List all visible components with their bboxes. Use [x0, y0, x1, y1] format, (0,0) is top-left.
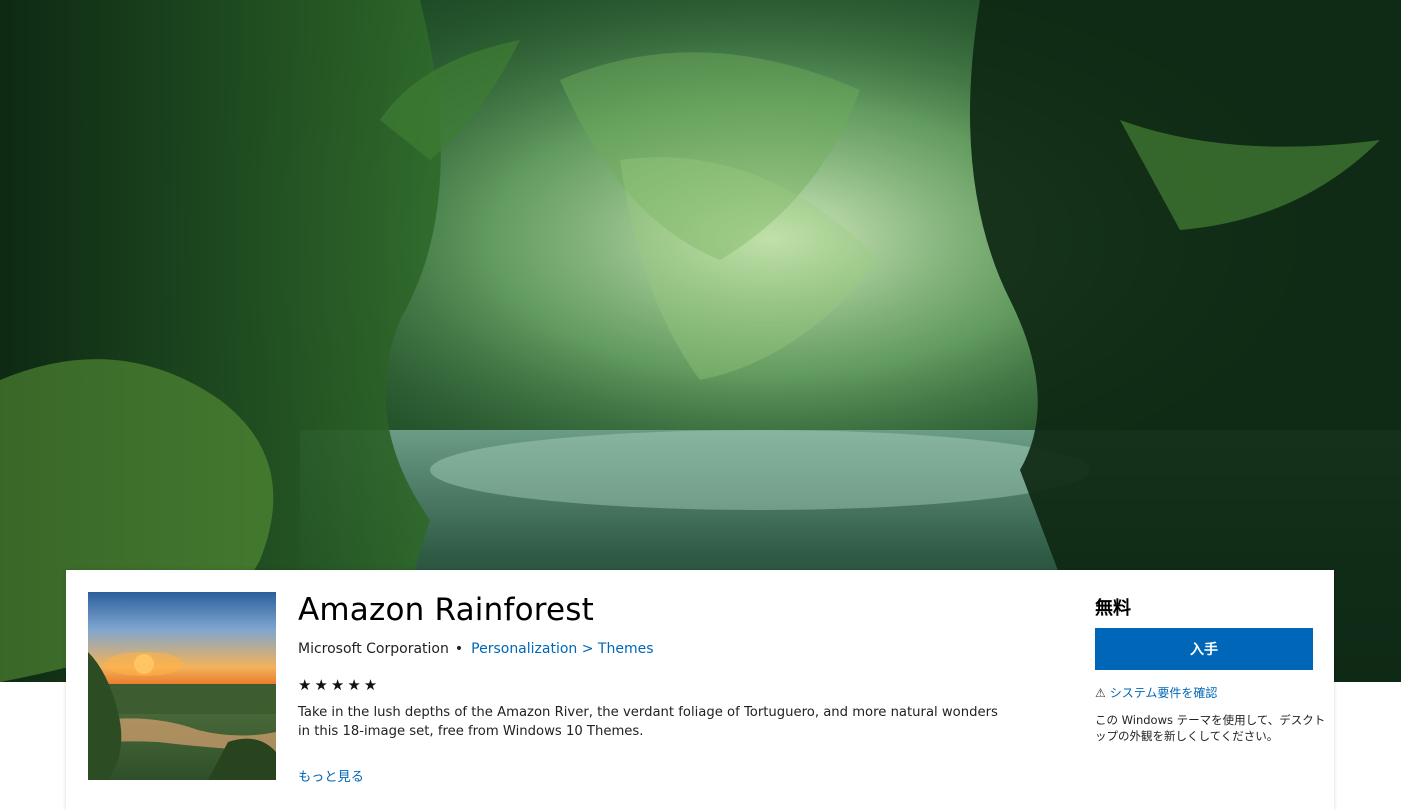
product-title: Amazon Rainforest: [298, 592, 594, 628]
sunset-river-thumbnail-icon: [88, 652, 276, 780]
warning-icon: ⚠: [1095, 686, 1106, 700]
product-card: Amazon Rainforest Microsoft Corporation •…: [66, 570, 1334, 810]
system-requirements-link[interactable]: ⚠ システム要件を確認: [1095, 684, 1217, 701]
rating-stars: ★★★★★: [298, 676, 381, 694]
product-description: Take in the lush depths of the Amazon Ri…: [298, 705, 998, 739]
publisher-name: Microsoft Corporation: [298, 641, 449, 657]
system-requirements-label: システム要件を確認: [1109, 686, 1218, 700]
get-button[interactable]: 入手: [1095, 628, 1313, 670]
product-meta: Microsoft Corporation • Personalization > …: [298, 641, 654, 657]
meta-separator: •: [454, 641, 464, 657]
more-link[interactable]: もっと見る: [298, 766, 364, 785]
category-link[interactable]: Personalization > Themes: [471, 641, 653, 657]
theme-note: この Windows テーマを使用して、デスクトップの外観を新しくしてください。: [1095, 713, 1326, 743]
product-thumbnail: [88, 592, 276, 780]
price-label: 無料: [1095, 598, 1131, 619]
